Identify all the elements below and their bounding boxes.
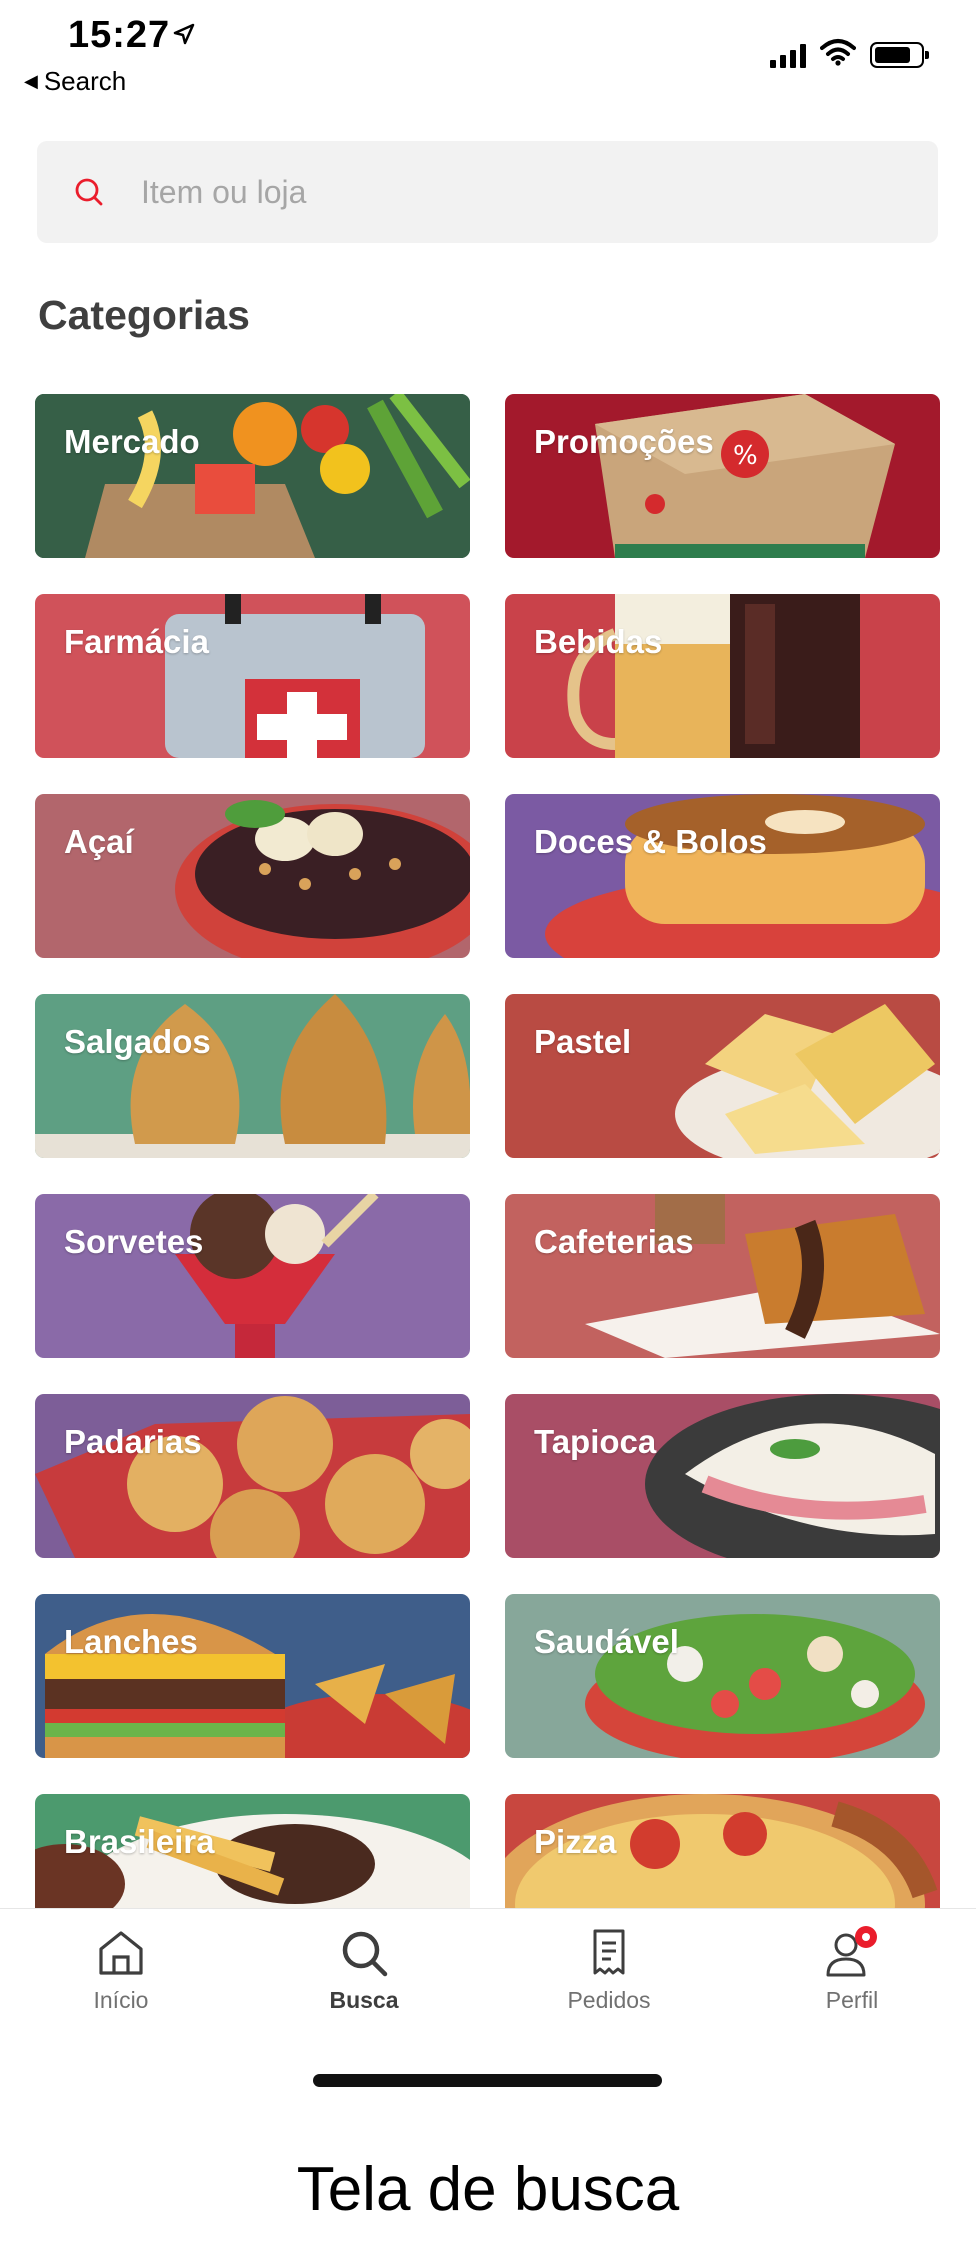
bottom-tab-bar: Início Busca Pedidos Perfil <box>0 1908 976 2029</box>
category-label: Cafeterias <box>534 1223 694 1260</box>
profile-icon <box>772 1925 932 1981</box>
groceries-image <box>35 394 470 558</box>
cheese-bread-image <box>35 1394 470 1558</box>
category-label: Farmácia <box>64 623 209 660</box>
category-tile-farmacia[interactable]: Farmácia <box>35 594 470 758</box>
category-label: Sorvetes <box>64 1223 204 1260</box>
search-icon <box>73 176 105 208</box>
takeout-box-image: % <box>505 394 940 558</box>
tab-label: Perfil <box>825 1987 879 2013</box>
category-label: Doces & Bolos <box>534 823 767 860</box>
tapioca-image <box>505 1394 940 1558</box>
tab-inicio[interactable]: Início <box>41 1925 201 2014</box>
pastel-image <box>505 994 940 1158</box>
tab-perfil[interactable]: Perfil <box>772 1925 932 2014</box>
category-tile-promocoes[interactable]: % Promoções <box>505 394 940 558</box>
coxinha-image <box>35 994 470 1158</box>
category-label: Açaí <box>64 823 134 860</box>
category-label: Pastel <box>534 1023 632 1060</box>
back-to-search-link[interactable]: ◀ Search <box>24 66 126 97</box>
tab-label: Pedidos <box>567 1987 651 2013</box>
category-label: Promoções <box>534 423 714 460</box>
category-label: Tapioca <box>534 1423 657 1460</box>
cake-slice-image <box>505 1194 940 1358</box>
category-tile-padarias[interactable]: Padarias <box>35 1394 470 1558</box>
drinks-image <box>505 594 940 758</box>
category-tile-doces-bolos[interactable]: Doces & Bolos <box>505 794 940 958</box>
category-tile-acai[interactable]: Açaí <box>35 794 470 958</box>
burger-image <box>35 1594 470 1758</box>
cellular-signal-icon <box>770 42 806 68</box>
category-label: Saudável <box>534 1623 679 1660</box>
category-label: Lanches <box>64 1623 198 1660</box>
category-tile-saudavel[interactable]: Saudável <box>505 1594 940 1758</box>
category-tile-mercado[interactable]: Mercado <box>35 394 470 558</box>
home-indicator[interactable] <box>313 2074 662 2087</box>
home-icon <box>41 1925 201 1981</box>
category-label: Bebidas <box>534 623 663 660</box>
ice-cream-image <box>35 1194 470 1358</box>
tab-label: Busca <box>329 1987 399 2013</box>
tab-pedidos[interactable]: Pedidos <box>529 1925 689 2014</box>
category-label: Padarias <box>64 1423 202 1460</box>
receipt-icon <box>529 1925 689 1981</box>
wifi-icon <box>820 38 856 71</box>
screen-caption: Tela de busca <box>296 2155 680 2224</box>
tab-label: Início <box>93 1987 149 2013</box>
search-bar[interactable] <box>37 141 938 243</box>
category-tile-cafeterias[interactable]: Cafeterias <box>505 1194 940 1358</box>
tab-busca[interactable]: Busca <box>284 1925 444 2014</box>
category-tile-brasileira[interactable]: Brasileira <box>35 1794 470 1908</box>
search-input[interactable] <box>139 172 843 212</box>
category-tile-sorvetes[interactable]: Sorvetes <box>35 1194 470 1358</box>
first-aid-kit-image <box>35 594 470 758</box>
category-grid: Mercado % Promoções Farmácia Bebidas Aça… <box>35 394 940 1908</box>
category-tile-salgados[interactable]: Salgados <box>35 994 470 1158</box>
section-title: Categorias <box>38 292 250 338</box>
category-label: Brasileira <box>64 1823 215 1860</box>
pudding-image <box>505 794 940 958</box>
category-tile-pastel[interactable]: Pastel <box>505 994 940 1158</box>
back-label: Search <box>43 66 127 96</box>
category-label: Mercado <box>64 423 200 460</box>
category-label: Pizza <box>534 1823 617 1860</box>
status-time: 15:27 <box>68 14 171 56</box>
svg-text:%: % <box>733 441 758 471</box>
status-indicators <box>770 38 929 71</box>
location-arrow-icon <box>172 22 196 51</box>
category-label: Salgados <box>64 1023 211 1060</box>
category-tile-pizza[interactable]: Pizza <box>505 1794 940 1908</box>
salad-image <box>505 1594 940 1758</box>
category-tile-lanches[interactable]: Lanches <box>35 1594 470 1758</box>
battery-icon <box>870 41 929 68</box>
category-tile-bebidas[interactable]: Bebidas <box>505 594 940 758</box>
category-tile-tapioca[interactable]: Tapioca <box>505 1394 940 1558</box>
back-triangle-icon: ◀ <box>24 71 38 91</box>
acai-bowl-image <box>35 794 470 958</box>
search-icon <box>284 1925 444 1981</box>
